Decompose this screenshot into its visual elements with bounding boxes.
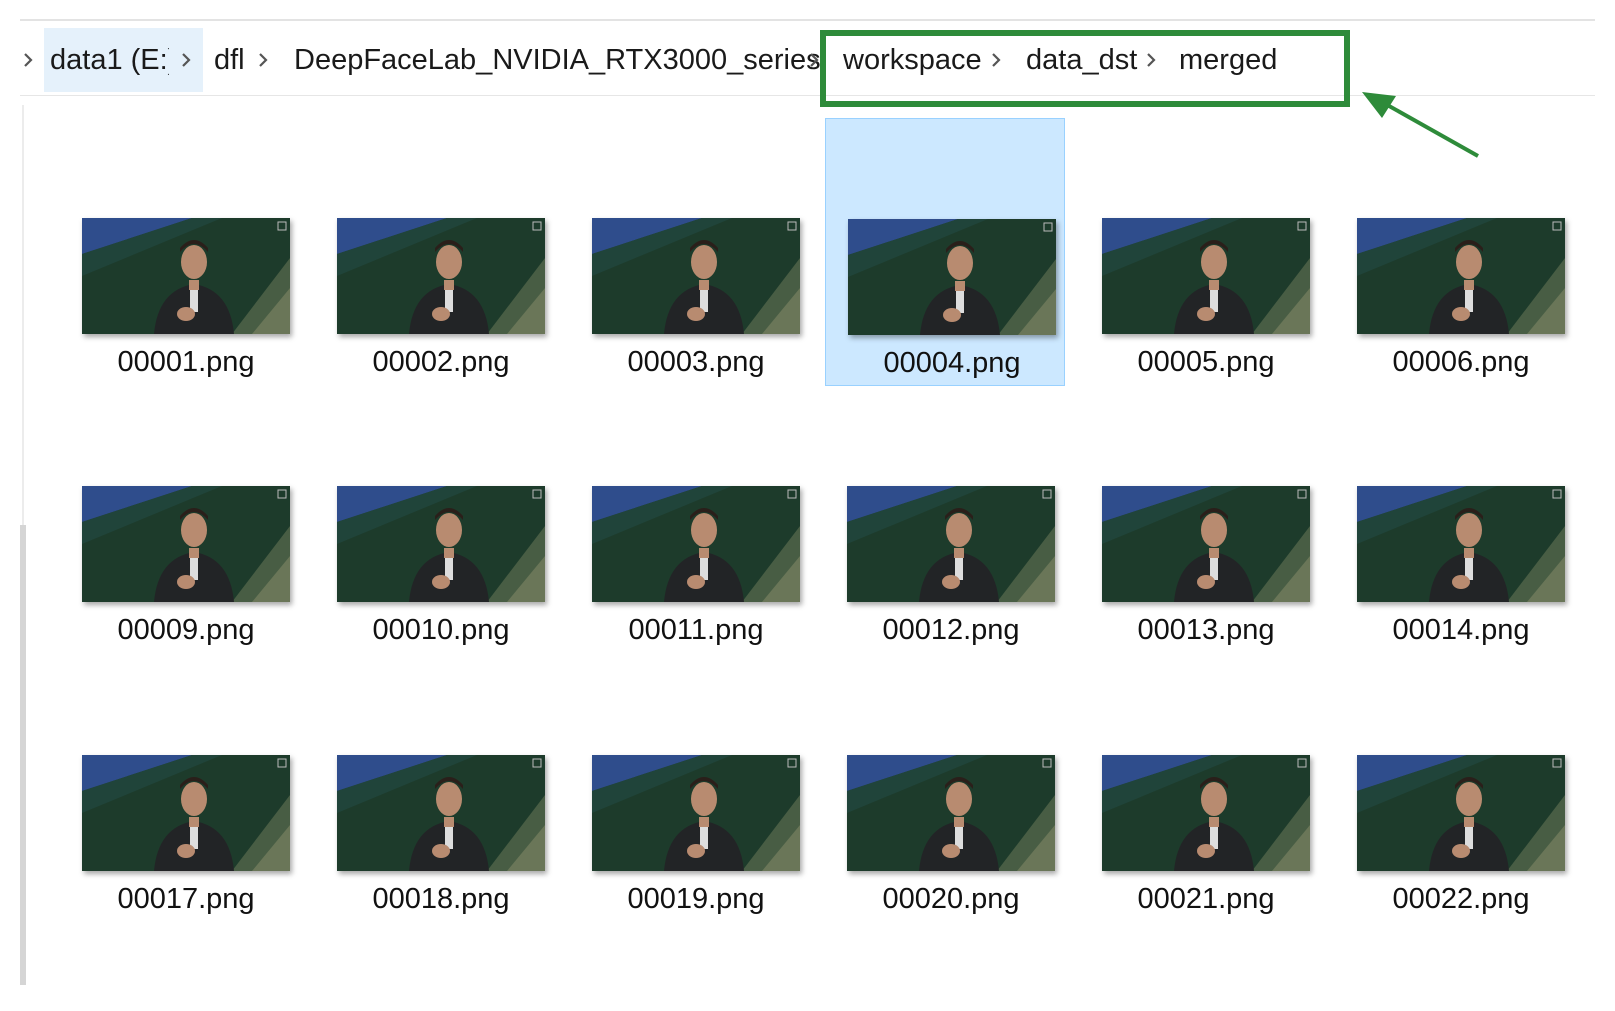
breadcrumb-item-dfl[interactable]: dfl (214, 28, 245, 92)
file-thumbnail[interactable] (1357, 755, 1565, 871)
file-name-label: 00012.png (882, 614, 1020, 646)
file-thumbnail[interactable] (592, 218, 800, 334)
file-item[interactable]: 00006.png (1335, 118, 1575, 386)
chevron-right-icon[interactable] (255, 46, 271, 74)
file-name-label: 00017.png (117, 883, 255, 915)
chevron-right-icon[interactable] (806, 46, 822, 74)
file-name-label: 00001.png (117, 346, 255, 378)
file-item[interactable]: 00003.png (570, 118, 810, 386)
file-thumbnail[interactable] (592, 486, 800, 602)
scrollbar-track[interactable] (22, 105, 24, 525)
chevron-right-icon[interactable] (1143, 46, 1159, 74)
breadcrumb-item-merged[interactable]: merged (1179, 28, 1277, 92)
file-thumbnail[interactable] (1357, 486, 1565, 602)
file-name-label: 00010.png (372, 614, 510, 646)
file-thumbnail[interactable] (847, 486, 1055, 602)
file-item[interactable]: 00005.png (1080, 118, 1320, 386)
file-item[interactable]: 00014.png (1335, 386, 1575, 654)
file-item[interactable]: 00022.png (1335, 655, 1575, 923)
file-name-label: 00014.png (1392, 614, 1530, 646)
file-name-label: 00006.png (1392, 346, 1530, 378)
chevron-right-icon[interactable] (988, 46, 1004, 74)
file-item[interactable]: 00021.png (1080, 655, 1320, 923)
file-item[interactable]: 00009.png (60, 386, 300, 654)
file-item[interactable]: 00001.png (60, 118, 300, 386)
breadcrumb-item-deepfacelab[interactable]: DeepFaceLab_NVIDIA_RTX3000_series (294, 28, 821, 92)
file-name-label: 00011.png (628, 614, 764, 646)
file-thumbnail[interactable] (592, 755, 800, 871)
file-item[interactable]: 00012.png (825, 386, 1065, 654)
file-name-label: 00004.png (883, 347, 1021, 379)
file-item[interactable]: 00020.png (825, 655, 1065, 923)
file-thumbnail[interactable] (1102, 218, 1310, 334)
file-item[interactable]: 00010.png (315, 386, 555, 654)
file-thumbnail[interactable] (847, 755, 1055, 871)
file-thumbnail[interactable] (337, 755, 545, 871)
file-grid: 00001.png 00002.png 00003.png 00004.png … (60, 118, 1600, 978)
file-item[interactable]: 00013.png (1080, 386, 1320, 654)
file-thumbnail[interactable] (1102, 755, 1310, 871)
breadcrumb-item-drive[interactable]: data1 (E:) (44, 28, 184, 92)
file-name-label: 00002.png (372, 346, 510, 378)
chevron-right-icon[interactable] (178, 46, 194, 74)
address-bar[interactable]: data1 (E:) dfl DeepFaceLab_NVIDIA_RTX300… (20, 22, 1595, 96)
vertical-scrollbar[interactable] (20, 105, 26, 985)
file-item[interactable]: 00002.png (315, 118, 555, 386)
file-item[interactable]: 00018.png (315, 655, 555, 923)
file-name-label: 00022.png (1392, 883, 1530, 915)
file-name-label: 00019.png (627, 883, 765, 915)
file-item[interactable]: 00011.png (570, 386, 810, 654)
file-item[interactable]: 00019.png (570, 655, 810, 923)
file-thumbnail[interactable] (82, 486, 290, 602)
file-thumbnail[interactable] (1357, 218, 1565, 334)
file-name-label: 00021.png (1137, 883, 1275, 915)
file-name-label: 00005.png (1137, 346, 1275, 378)
breadcrumb-item-data-dst[interactable]: data_dst (1026, 28, 1137, 92)
chevron-right-icon[interactable] (20, 46, 36, 74)
file-thumbnail[interactable] (337, 218, 545, 334)
file-name-label: 00018.png (372, 883, 510, 915)
breadcrumb-item-workspace[interactable]: workspace (843, 28, 982, 92)
file-item[interactable]: 00017.png (60, 655, 300, 923)
file-thumbnail[interactable] (1102, 486, 1310, 602)
file-name-label: 00013.png (1137, 614, 1275, 646)
file-thumbnail[interactable] (82, 755, 290, 871)
file-thumbnail[interactable] (82, 218, 290, 334)
file-name-label: 00009.png (117, 614, 255, 646)
file-name-label: 00020.png (882, 883, 1020, 915)
toolbar-divider (20, 19, 1595, 21)
scrollbar-thumb[interactable] (20, 525, 26, 985)
file-name-label: 00003.png (627, 346, 765, 378)
file-thumbnail[interactable] (337, 486, 545, 602)
file-item[interactable]: 00004.png (825, 118, 1065, 386)
file-thumbnail[interactable] (848, 219, 1056, 335)
